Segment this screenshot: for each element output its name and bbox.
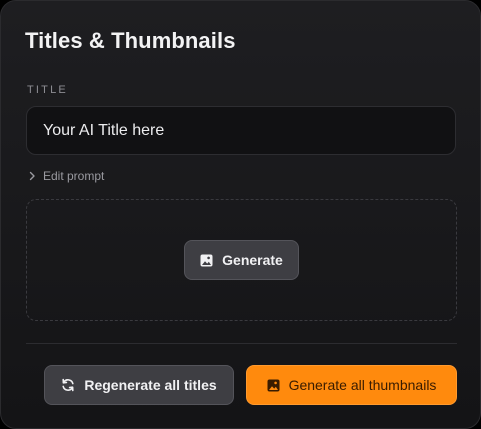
title-input[interactable] xyxy=(26,106,456,155)
generate-button-label: Generate xyxy=(222,252,283,268)
title-field-label: TITLE xyxy=(27,84,68,96)
edit-prompt-label: Edit prompt xyxy=(43,169,105,183)
image-icon xyxy=(200,254,213,267)
generate-all-thumbnails-label: Generate all thumbnails xyxy=(288,377,437,393)
panel-title: Titles & Thumbnails xyxy=(25,28,236,53)
thumbnail-dropzone: Generate xyxy=(26,199,457,321)
chevron-right-icon xyxy=(27,171,37,181)
footer-divider xyxy=(26,343,457,344)
edit-prompt-toggle[interactable]: Edit prompt xyxy=(27,168,104,184)
titles-thumbnails-panel: Titles & Thumbnails TITLE Edit prompt Ge… xyxy=(0,0,481,429)
generate-all-thumbnails-button[interactable]: Generate all thumbnails xyxy=(246,365,457,405)
regenerate-button-label: Regenerate all titles xyxy=(84,377,217,393)
regenerate-all-titles-button[interactable]: Regenerate all titles xyxy=(44,365,234,405)
image-icon xyxy=(267,379,280,392)
refresh-icon xyxy=(61,378,75,392)
generate-thumbnail-button[interactable]: Generate xyxy=(184,240,299,280)
